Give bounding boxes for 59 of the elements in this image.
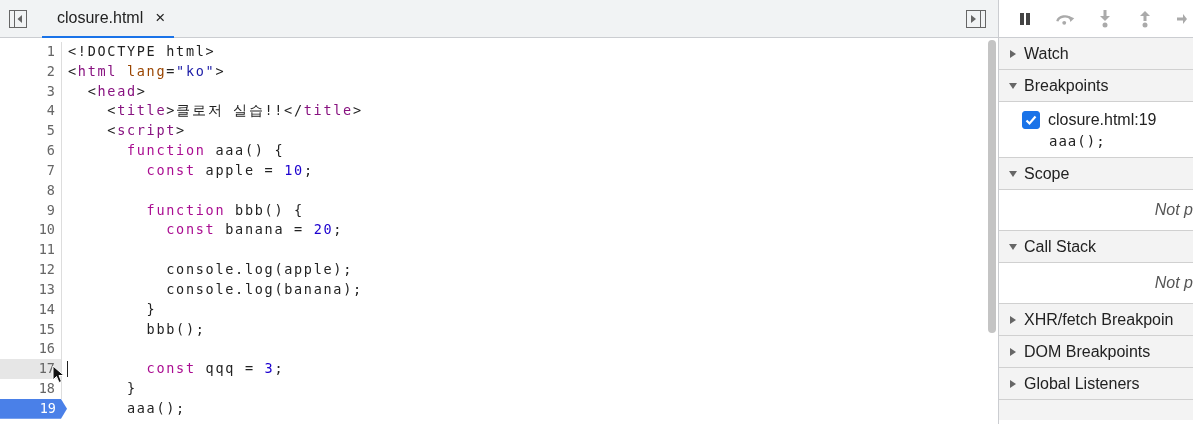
code-line: } bbox=[145, 299, 157, 319]
section-header[interactable]: Watch bbox=[999, 38, 1193, 70]
breakpoint-marker[interactable]: 19 bbox=[0, 398, 67, 419]
caret-right-icon bbox=[1009, 347, 1017, 356]
section-header[interactable]: DOM Breakpoints bbox=[999, 336, 1193, 368]
caret-right-icon bbox=[1009, 379, 1017, 388]
tab-label: closure.html bbox=[57, 9, 144, 27]
status-message: Not p bbox=[1154, 201, 1193, 219]
section-header[interactable]: XHR/fetch Breakpoin bbox=[999, 304, 1193, 336]
code-line: console.log(banana); bbox=[165, 279, 363, 299]
line-number[interactable]: 7 bbox=[0, 160, 62, 181]
text-caret bbox=[67, 361, 68, 378]
line-number[interactable]: 5 bbox=[0, 121, 62, 142]
line-number[interactable]: 8 bbox=[0, 180, 62, 201]
caret-down-icon bbox=[1009, 81, 1017, 90]
section-header[interactable]: Scope bbox=[999, 158, 1193, 190]
checkbox[interactable] bbox=[1022, 111, 1040, 129]
file-tab[interactable]: closure.html × bbox=[42, 0, 175, 38]
scrollbar-thumb[interactable] bbox=[988, 40, 996, 333]
code-line: function bbb() { bbox=[145, 200, 304, 220]
line-number[interactable]: 1 bbox=[0, 42, 62, 62]
line-number[interactable]: 9 bbox=[0, 200, 62, 221]
code-line: const qqq = 3; bbox=[62, 359, 285, 380]
line-number[interactable]: 12 bbox=[0, 260, 62, 280]
line-number[interactable]: 11 bbox=[0, 240, 62, 261]
code-line: <script> bbox=[106, 121, 186, 141]
line-number[interactable]: 4 bbox=[0, 101, 62, 122]
code-line: <title>클로저 실습!!</title> bbox=[106, 101, 363, 121]
code-line: const banana = 20; bbox=[165, 220, 344, 240]
breakpoint-code: aaa(); bbox=[1049, 133, 1107, 149]
status-message: Not p bbox=[1154, 274, 1193, 292]
caret-down-icon bbox=[1009, 169, 1017, 178]
caret-right-icon bbox=[1009, 49, 1017, 58]
line-number[interactable]: 3 bbox=[0, 81, 62, 102]
line-number[interactable]: 10 bbox=[0, 220, 62, 241]
code-line: } bbox=[125, 379, 137, 399]
code-line: <html lang="ko"> bbox=[67, 61, 226, 81]
code-line: bbb(); bbox=[145, 319, 206, 339]
mouse-pointer-icon bbox=[52, 365, 65, 384]
section-header[interactable]: Call Stack bbox=[999, 231, 1193, 263]
caret-down-icon bbox=[1009, 242, 1017, 251]
section-header[interactable]: Breakpoints bbox=[999, 70, 1193, 102]
breakpoint-location[interactable]: closure.html:19 bbox=[1048, 111, 1157, 129]
line-number[interactable]: 14 bbox=[0, 299, 62, 320]
code-line: aaa(); bbox=[125, 398, 186, 418]
section-header[interactable]: Global Listeners bbox=[999, 368, 1193, 400]
caret-right-icon bbox=[1009, 315, 1017, 324]
code-line: console.log(apple); bbox=[165, 260, 353, 280]
code-line: function aaa() { bbox=[125, 141, 285, 161]
line-number[interactable]: 13 bbox=[0, 279, 62, 300]
code-line: <head> bbox=[86, 81, 147, 101]
line-number[interactable]: 15 bbox=[0, 319, 62, 340]
sidebar-toggle-icon[interactable] bbox=[9, 10, 27, 28]
line-number[interactable]: 2 bbox=[0, 61, 62, 82]
code-line: const apple = 10; bbox=[145, 160, 314, 180]
code-line: <!DOCTYPE html> bbox=[67, 42, 216, 61]
line-number[interactable]: 6 bbox=[0, 141, 62, 161]
close-tab-button[interactable]: × bbox=[155, 8, 166, 28]
sidebar-toggle-icon[interactable] bbox=[966, 10, 986, 28]
